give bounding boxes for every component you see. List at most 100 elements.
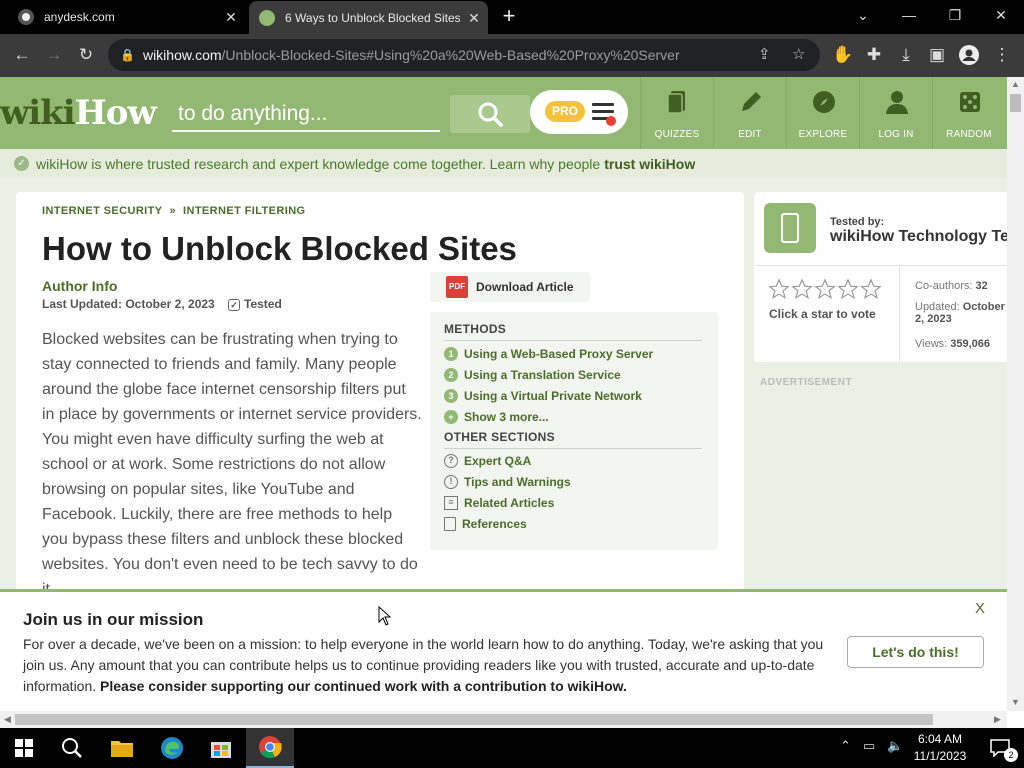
nav-label: EDIT — [738, 129, 762, 140]
nav-login[interactable]: LOG IN — [859, 77, 932, 149]
windows-logo-icon — [15, 739, 33, 757]
trust-bar: ✓ wikiHow is where trusted research and … — [0, 149, 1007, 178]
page-viewport: wikiHow to do anything... PRO QUIZZES ED… — [0, 77, 1007, 711]
system-clock[interactable]: 6:04 AM 11/1/2023 — [905, 731, 975, 765]
tested-by-name[interactable]: wikiHow Technology Team — [830, 228, 1007, 246]
notifications-button[interactable]: 2 — [976, 728, 1024, 768]
volume-muted-icon[interactable]: 🔈 — [887, 738, 903, 754]
search-icon — [62, 738, 82, 758]
lock-icon: 🔒 — [120, 48, 135, 62]
extension-icon[interactable]: ✋ — [828, 40, 858, 70]
nav-explore[interactable]: EXPLORE — [786, 77, 859, 149]
network-icon[interactable]: ▭ — [863, 738, 875, 754]
address-bar[interactable]: 🔒 wikihow.com/Unblock-Blocked-Sites#Usin… — [108, 39, 820, 71]
tray-overflow-chevron-icon[interactable]: ⌃ — [840, 738, 851, 754]
article-sidebar: Tested by: wikiHow Technology Team Click… — [754, 192, 1007, 362]
clock-date: 11/1/2023 — [913, 749, 967, 763]
trust-link[interactable]: trust wikiHow — [604, 156, 695, 172]
search-button[interactable] — [450, 95, 530, 133]
horizontal-scrollbar[interactable]: ◀ ▶ — [0, 711, 1007, 728]
article-intro: Blocked websites can be frustrating when… — [42, 331, 422, 598]
methods-heading: METHODS — [444, 322, 507, 336]
download-icon[interactable]: ⤓ — [891, 40, 921, 70]
wikihow-logo[interactable]: wikiHow — [0, 93, 157, 133]
start-button[interactable] — [0, 728, 48, 768]
toc-expert-qa[interactable]: ? Expert Q&A — [444, 452, 531, 470]
edge-browser-button[interactable] — [148, 728, 196, 768]
vertical-scrollbar[interactable]: ▲ ▼ — [1007, 77, 1024, 711]
breadcrumb-separator: » — [169, 205, 177, 217]
url-host: wikihow.com — [142, 47, 222, 63]
plus-icon: + — [444, 410, 458, 424]
puzzle-extensions-icon[interactable]: ✚ — [859, 40, 889, 70]
page-title: How to Unblock Blocked Sites — [42, 230, 517, 267]
tab-close-icon[interactable]: ✕ — [460, 10, 488, 27]
toc-references[interactable]: References — [444, 515, 527, 533]
pro-badge: PRO — [545, 101, 585, 122]
toc-method-2[interactable]: 2 Using a Translation Service — [444, 366, 621, 384]
star-icon — [860, 278, 882, 299]
profile-avatar-icon[interactable] — [954, 40, 984, 70]
toc-tips-warnings[interactable]: ! Tips and Warnings — [444, 473, 571, 491]
pro-menu-button[interactable]: PRO — [530, 90, 628, 134]
chrome-menu-icon[interactable]: ⋮ — [987, 40, 1017, 70]
views-stat: Views: 359,066 — [915, 338, 991, 350]
advertisement-label: ADVERTISEMENT — [760, 377, 853, 388]
share-icon[interactable]: ⇪ — [758, 45, 771, 63]
store-button[interactable] — [197, 728, 245, 768]
banner-body: For over a decade, we've been on a missi… — [23, 636, 824, 694]
browser-toolbar: ← → ↻ 🔒 wikihow.com/Unblock-Blocked-Site… — [0, 34, 1024, 77]
nav-label: LOG IN — [878, 129, 914, 140]
nav-random[interactable]: RANDOM — [932, 77, 1005, 149]
browser-tab-wikihow[interactable]: 6 Ways to Unblock Blocked Sites ✕ — [249, 1, 488, 35]
back-button[interactable]: ← — [7, 40, 37, 70]
breadcrumb-item-internet-security[interactable]: INTERNET SECURITY — [42, 205, 162, 217]
download-label: Download Article — [476, 280, 574, 294]
dice-icon — [960, 92, 980, 112]
banner-close-button[interactable]: X — [975, 600, 985, 617]
tab-close-icon[interactable]: ✕ — [217, 9, 245, 26]
star-icon — [791, 278, 813, 299]
reload-button[interactable]: ↻ — [71, 40, 101, 70]
restore-button[interactable]: ❐ — [932, 0, 978, 30]
tab-search-chevron-icon[interactable]: ⌄ — [840, 0, 886, 30]
anydesk-favicon-icon — [18, 9, 34, 25]
star-rating[interactable] — [768, 278, 883, 300]
wikihow-favicon-icon — [259, 10, 275, 26]
chrome-taskbar-button[interactable] — [246, 728, 294, 768]
bookmark-star-icon[interactable]: ☆ — [792, 45, 805, 63]
search-input[interactable]: to do anything... — [172, 96, 440, 132]
side-panel-icon[interactable]: ▣ — [922, 40, 952, 70]
donation-banner: Join us in our mission For over a decade… — [0, 589, 1007, 711]
quiz-icon — [667, 91, 685, 114]
toc-method-3[interactable]: 3 Using a Virtual Private Network — [444, 387, 642, 405]
vote-prompt: Click a star to vote — [769, 307, 876, 321]
warning-icon: ! — [444, 475, 458, 489]
new-tab-button[interactable]: + — [497, 4, 521, 28]
clock-time: 6:04 AM — [917, 732, 963, 746]
toc-related-articles[interactable]: ≡ Related Articles — [444, 494, 554, 512]
donate-button[interactable]: Let's do this! — [847, 636, 984, 668]
nav-label: RANDOM — [946, 129, 992, 140]
search-taskbar-button[interactable] — [48, 728, 96, 768]
table-of-contents: METHODS 1 Using a Web-Based Proxy Server … — [430, 312, 718, 550]
tested-badge[interactable]: ✓ Tested — [228, 297, 282, 311]
breadcrumb-item-internet-filtering[interactable]: INTERNET FILTERING — [183, 205, 306, 217]
browser-tab-anydesk[interactable]: anydesk.com ✕ — [0, 0, 245, 34]
mouse-cursor-icon — [378, 606, 392, 626]
forward-button[interactable]: → — [39, 40, 69, 70]
close-window-button[interactable]: ✕ — [978, 0, 1024, 30]
file-explorer-button[interactable] — [98, 728, 146, 768]
chrome-icon — [259, 736, 282, 759]
nav-edit[interactable]: EDIT — [713, 77, 786, 149]
trust-text: wikiHow is where trusted research and ex… — [36, 155, 601, 172]
toc-method-1[interactable]: 1 Using a Web-Based Proxy Server — [444, 345, 653, 363]
notification-dot — [606, 116, 616, 126]
download-article-button[interactable]: PDF Download Article — [430, 272, 590, 302]
toc-show-more[interactable]: + Show 3 more... — [444, 408, 549, 426]
tab-title: 6 Ways to Unblock Blocked Sites — [285, 11, 460, 25]
search-icon — [478, 102, 503, 127]
author-info-link[interactable]: Author Info — [42, 278, 117, 294]
nav-quizzes[interactable]: QUIZZES — [640, 77, 713, 149]
minimize-button[interactable]: — — [886, 0, 932, 30]
